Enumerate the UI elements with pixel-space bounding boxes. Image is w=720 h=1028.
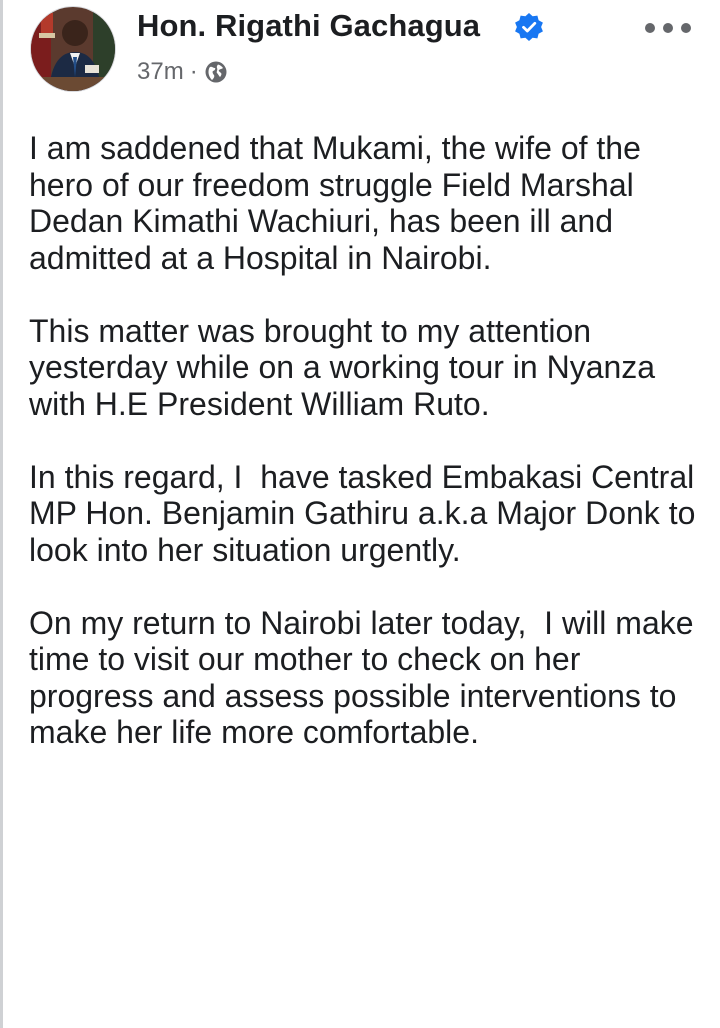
post-paragraph: This matter was brought to my attention … xyxy=(29,312,664,422)
post-paragraph: I am saddened that Mukami, the wife of t… xyxy=(29,130,650,276)
post-header: Hon. Rigathi Gachagua 37m · xyxy=(22,6,712,102)
post-body: I am saddened that Mukami, the wife of t… xyxy=(29,130,699,787)
verified-badge-icon xyxy=(515,13,543,41)
profile-photo-icon xyxy=(31,7,115,91)
facebook-post: Hon. Rigathi Gachagua 37m · I am saddene… xyxy=(0,0,720,1028)
author-avatar[interactable] xyxy=(30,6,116,92)
meta-separator: · xyxy=(189,58,198,85)
post-meta: 37m · xyxy=(137,58,228,86)
post-paragraph: On my return to Nairobi later today, I w… xyxy=(29,604,703,751)
more-options-icon[interactable] xyxy=(642,16,694,40)
post-paragraph: In this regard, I have tasked Embakasi C… xyxy=(29,458,705,568)
author-name[interactable]: Hon. Rigathi Gachagua xyxy=(137,8,480,44)
globe-icon[interactable] xyxy=(204,60,228,84)
post-timestamp[interactable]: 37m xyxy=(137,58,184,86)
